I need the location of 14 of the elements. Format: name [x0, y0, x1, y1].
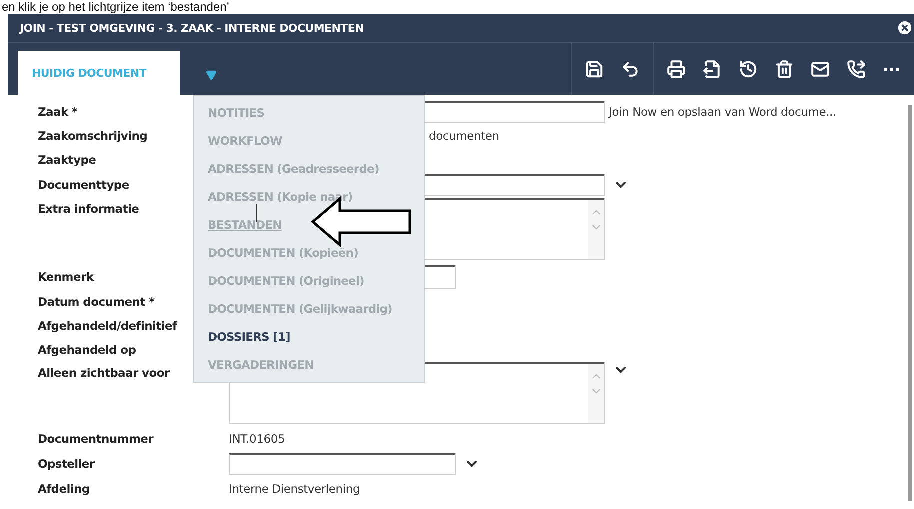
window-title: JOIN - TEST OMGEVING - 3. ZAAK - INTERNE DOCUMENTEN	[20, 22, 364, 34]
field-label: Documentnummer	[38, 432, 155, 446]
zaak-description: Join Now en opslaan van Word docume...	[609, 105, 836, 119]
field-label: Afgehandeld op	[38, 343, 138, 357]
field-value: INT.01605	[229, 432, 286, 446]
field-label: Afdeling	[38, 482, 91, 496]
field-label: Afgehandeld/definitief	[38, 319, 179, 333]
field-value: documenten	[429, 129, 500, 143]
field-label: Opsteller	[38, 457, 96, 471]
caption-text: en klik je op het lichtgrijze item ‘bestanden’	[2, 0, 230, 14]
field-value: Interne Dienstverlening	[229, 482, 360, 496]
field-label: Documenttype	[38, 178, 130, 192]
field-label: Extra informatie	[38, 201, 140, 216]
field-label: Zaaktype	[38, 153, 98, 167]
